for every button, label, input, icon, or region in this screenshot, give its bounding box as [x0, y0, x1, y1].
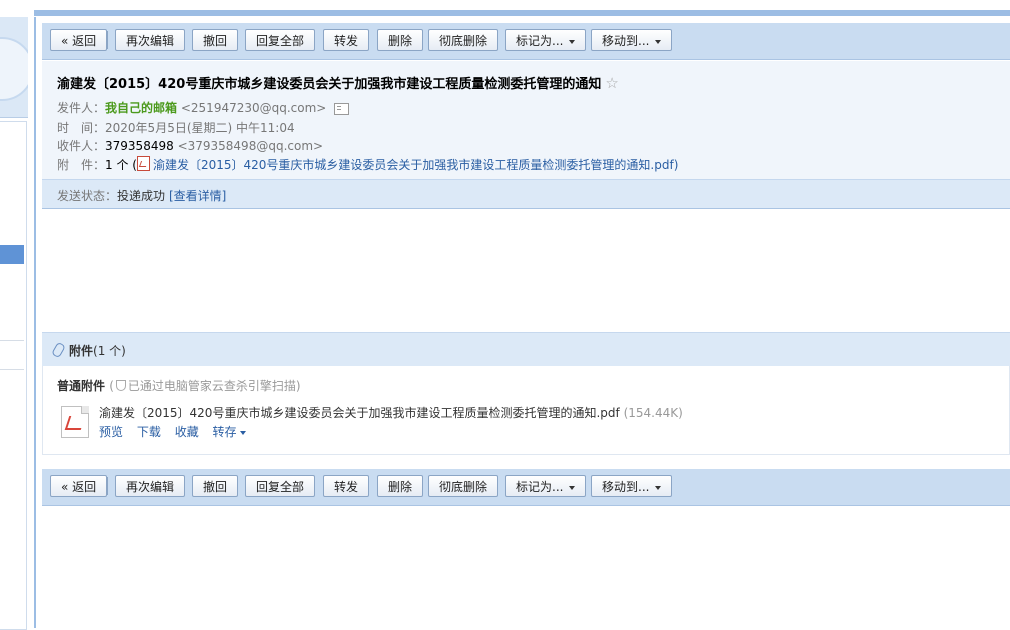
star-icon[interactable]: ☆: [605, 74, 618, 92]
time-value: 2020年5月5日(星期二) 中午11:04: [105, 121, 295, 135]
pdf-file-icon[interactable]: [61, 406, 89, 438]
paperclip-icon: [51, 341, 66, 359]
top-toolbar: « 返回 再次编辑 撤回 回复全部 转发 删除 彻底删除 标记为... 移动到.…: [42, 23, 1010, 60]
sidebar-divider: [0, 340, 24, 341]
mail-subject: 渝建发〔2015〕420号重庆市城乡建设委员会关于加强我市建设工程质量检测委托管…: [57, 73, 619, 92]
sender-name[interactable]: 我自己的邮箱: [105, 101, 177, 115]
attachments-body: 普通附件 ( 已通过电脑管家云查杀引擎扫描) 渝建发〔2015〕420号重庆市城乡…: [42, 366, 1010, 455]
mail-header: 渝建发〔2015〕420号重庆市城乡建设委员会关于加强我市建设工程质量检测委托管…: [42, 61, 1010, 209]
recipient-label: 收件人：: [57, 139, 106, 153]
mark-as-label: 标记为...: [516, 34, 564, 48]
move-to-label: 移动到...: [602, 34, 650, 48]
reply-all-button[interactable]: 回复全部: [245, 29, 316, 51]
delete-permanently-button[interactable]: 彻底删除: [428, 475, 499, 497]
attachment-section-title: 普通附件: [57, 379, 106, 393]
chevron-down-icon: [655, 485, 662, 490]
recall-button[interactable]: 撤回: [192, 29, 239, 51]
time-label: 时 间：: [57, 121, 106, 135]
mark-as-dropdown[interactable]: 标记为...: [505, 29, 587, 51]
toolbar-separator: [107, 31, 108, 49]
attachment-row: 附 件：1 个 ( 渝建发〔2015〕420号重庆市城乡建设委员会关于加强我市建设…: [57, 156, 678, 173]
chevron-down-icon: [239, 430, 246, 435]
send-status-bar: 发送状态： 投递成功 [查看详情]: [42, 179, 1010, 209]
bottom-toolbar: « 返回 再次编辑 撤回 回复全部 转发 删除 彻底删除 标记为... 移动到.…: [42, 469, 1010, 506]
scan-note-open: (: [109, 379, 114, 393]
sender-row: 发件人：我自己的邮箱 <251947230@qq.com>: [57, 99, 350, 116]
move-to-dropdown[interactable]: 移动到...: [591, 475, 673, 497]
move-to-label: 移动到...: [602, 480, 650, 494]
scan-note-close: ): [295, 379, 301, 393]
chevron-down-icon: [569, 485, 576, 490]
attachment-section-header: 普通附件 ( 已通过电脑管家云查杀引擎扫描): [57, 377, 301, 394]
preview-link[interactable]: 预览: [99, 425, 123, 439]
attachment-file-info: 渝建发〔2015〕420号重庆市城乡建设委员会关于加强我市建设工程质量检测委托管…: [99, 404, 683, 421]
delete-button[interactable]: 删除: [377, 475, 424, 497]
logo-icon: [0, 37, 28, 101]
delete-button[interactable]: 删除: [377, 29, 424, 51]
left-sidebar: [0, 17, 28, 630]
recall-button[interactable]: 撤回: [192, 475, 239, 497]
mail-read-pane: « 返回 再次编辑 撤回 回复全部 转发 删除 彻底删除 标记为... 移动到.…: [36, 17, 1010, 628]
attachments-count: (1 个): [93, 344, 126, 358]
shield-icon: [115, 380, 126, 391]
attachment-actions: 预览 下载 收藏 转存: [99, 423, 256, 440]
attachments-bar: 附件(1 个): [42, 332, 1010, 366]
pdf-icon: [136, 156, 150, 171]
forward-button[interactable]: 转发: [323, 475, 370, 497]
reply-all-button[interactable]: 回复全部: [245, 475, 316, 497]
save-to-label: 转存: [212, 425, 237, 439]
attachment-file-name[interactable]: 渝建发〔2015〕420号重庆市城乡建设委员会关于加强我市建设工程质量检测委托管…: [99, 406, 620, 420]
sender-label: 发件人：: [57, 101, 106, 115]
scan-note: 已通过电脑管家云查杀引擎扫描: [127, 379, 296, 393]
sender-email: <251947230@qq.com>: [180, 101, 327, 115]
sidebar-logo-area: [0, 17, 28, 118]
recipient-row: 收件人：379358498 <379358498@qq.com>: [57, 137, 323, 154]
status-value: 投递成功: [117, 189, 166, 203]
status-details-link[interactable]: [查看详情]: [169, 187, 226, 204]
save-to-dropdown[interactable]: 转存: [213, 425, 246, 439]
attachments-title: 附件(1 个): [51, 341, 126, 359]
toolbar-separator: [107, 477, 108, 495]
back-button[interactable]: « 返回: [50, 29, 108, 51]
reedit-button[interactable]: 再次编辑: [115, 475, 186, 497]
sidebar-panel: [0, 121, 27, 630]
attachment-label: 附 件：: [57, 158, 106, 172]
mark-as-label: 标记为...: [516, 480, 564, 494]
status-label: 发送状态：: [57, 189, 118, 203]
page-fold: [81, 406, 89, 414]
recipient-email: <379358498@qq.com>: [177, 139, 324, 153]
delete-permanently-button[interactable]: 彻底删除: [428, 29, 499, 51]
mark-as-dropdown[interactable]: 标记为...: [505, 475, 587, 497]
attachment-file-size: (154.44K): [623, 406, 683, 420]
attachment-link[interactable]: 渝建发〔2015〕420号重庆市城乡建设委员会关于加强我市建设工程质量检测委托管…: [153, 158, 674, 172]
recipient-name[interactable]: 379358498: [105, 139, 174, 153]
subject-text: 渝建发〔2015〕420号重庆市城乡建设委员会关于加强我市建设工程质量检测委托管…: [57, 77, 602, 92]
sidebar-divider: [0, 369, 24, 370]
move-to-dropdown[interactable]: 移动到...: [591, 29, 673, 51]
top-accent-line: [34, 10, 1010, 16]
reedit-button[interactable]: 再次编辑: [115, 29, 186, 51]
download-link[interactable]: 下载: [137, 425, 161, 439]
attachment-close-paren: ): [673, 158, 679, 172]
chevron-down-icon: [655, 39, 662, 44]
attachment-count: 1 个 (: [105, 158, 137, 172]
sidebar-selected-item[interactable]: [0, 245, 24, 264]
chevron-down-icon: [569, 39, 576, 44]
time-row: 时 间：2020年5月5日(星期二) 中午11:04: [57, 119, 295, 136]
attachments-title-text: 附件: [69, 344, 94, 358]
contact-card-icon[interactable]: [334, 102, 350, 115]
favorite-link[interactable]: 收藏: [175, 425, 199, 439]
back-button[interactable]: « 返回: [50, 475, 108, 497]
forward-button[interactable]: 转发: [323, 29, 370, 51]
pdf-symbol: [64, 416, 86, 430]
